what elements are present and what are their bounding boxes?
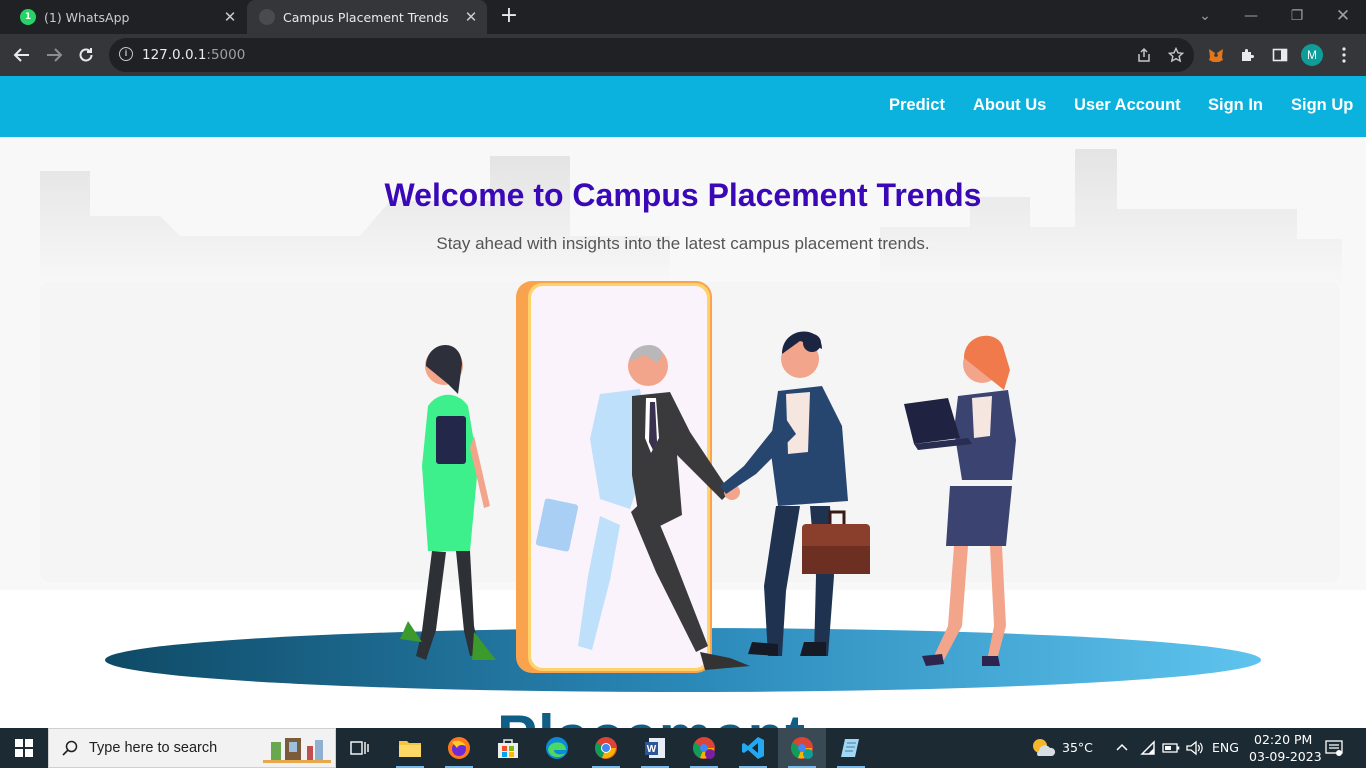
taskbar-microsoft-store[interactable] [484,728,532,768]
search-icon [62,740,78,756]
search-placeholder: Type here to search [89,740,218,756]
volume-icon[interactable] [1186,740,1204,756]
notification-center-icon[interactable] [1325,740,1343,756]
svg-text:W: W [647,744,657,755]
share-icon[interactable] [1135,46,1153,64]
chrome-profile-icon [693,737,715,759]
tab-title: (1) WhatsApp [44,9,130,25]
battery-icon[interactable] [1162,742,1180,754]
edge-icon [546,737,568,759]
store-icon [498,739,518,758]
arrow-left-icon [13,48,29,62]
windows-logo-icon [15,739,33,757]
task-view-icon [350,741,369,755]
tab-whatsapp[interactable]: 1 (1) WhatsApp ✕ [8,0,246,34]
url-text: 127.0.0.1:5000 [142,47,246,63]
whatsapp-icon: 1 [20,9,36,25]
extensions-puzzle-icon[interactable] [1236,43,1260,67]
chrome-icon [595,737,617,759]
more-menu-icon[interactable] [1332,43,1356,67]
taskbar-word[interactable]: W [631,728,679,768]
bookmark-star-icon[interactable] [1167,46,1185,64]
clock-time[interactable]: 02:20 PM [1254,732,1312,747]
reload-button[interactable] [71,40,101,70]
woman-green-dress [400,345,496,660]
taskbar-chrome-active[interactable] [778,728,826,768]
chevron-up-icon[interactable] [1116,742,1128,752]
metamask-icon[interactable] [1204,43,1228,67]
page-viewport: Predict About Us User Account Sign In Si… [0,76,1366,728]
firefox-icon [448,737,470,759]
placement-illustration [105,281,1261,692]
taskbar-notepad[interactable] [827,728,875,768]
search-highlight-illustration-icon [263,738,331,763]
profile-avatar[interactable]: M [1301,44,1323,66]
woman-with-laptop [904,335,1016,666]
weather-sun-cloud-icon[interactable] [1030,736,1056,760]
globe-icon [259,9,275,25]
start-button[interactable] [0,728,48,768]
side-panel-icon[interactable] [1268,43,1292,67]
minimize-button[interactable]: — [1228,0,1274,32]
tab-search-icon[interactable]: ⌄ [1182,0,1228,32]
taskbar-vs-code[interactable] [729,728,777,768]
taskbar-task-view[interactable] [336,728,384,768]
taskbar-chrome[interactable] [582,728,630,768]
clock-date[interactable]: 03-09-2023 [1249,749,1322,764]
wifi-icon[interactable] [1140,740,1156,756]
taskbar-chrome-profile[interactable] [680,728,728,768]
close-tab-icon[interactable]: ✕ [461,7,481,27]
temperature-text[interactable]: 35°C [1062,740,1093,755]
forward-button[interactable] [39,40,69,70]
taskbar-file-explorer[interactable] [386,728,434,768]
restore-button[interactable]: ❐ [1274,0,1320,32]
browser-toolbar: i 127.0.0.1:5000 M [0,34,1366,76]
notepad-icon [841,739,859,757]
close-window-button[interactable]: ✕ [1320,0,1366,32]
word-icon: W [645,738,665,758]
chrome-active-icon [791,737,813,759]
tab-title: Campus Placement Trends [283,9,449,25]
site-info-icon[interactable]: i [119,47,133,61]
back-button[interactable] [7,40,37,70]
new-tab-button[interactable]: + [497,5,521,29]
taskbar-search-box[interactable]: Type here to search [48,728,336,768]
folder-icon [399,741,421,757]
taskbar-firefox[interactable] [435,728,483,768]
language-indicator[interactable]: ENG [1212,740,1239,755]
browser-tab-strip: 1 (1) WhatsApp ✕ Campus Placement Trends… [0,0,1366,34]
reload-icon [79,48,93,62]
address-bar[interactable]: i 127.0.0.1:5000 [109,38,1194,72]
woman-handshake [720,331,870,656]
close-tab-icon[interactable]: ✕ [220,7,240,27]
taskbar-edge[interactable] [533,728,581,768]
windows-taskbar: Type here to search W 35°C ENG 02:20 PM … [0,728,1366,768]
tab-campus-placement[interactable]: Campus Placement Trends ✕ [247,0,487,34]
arrow-right-icon [47,48,63,62]
vs-code-icon [742,737,764,759]
